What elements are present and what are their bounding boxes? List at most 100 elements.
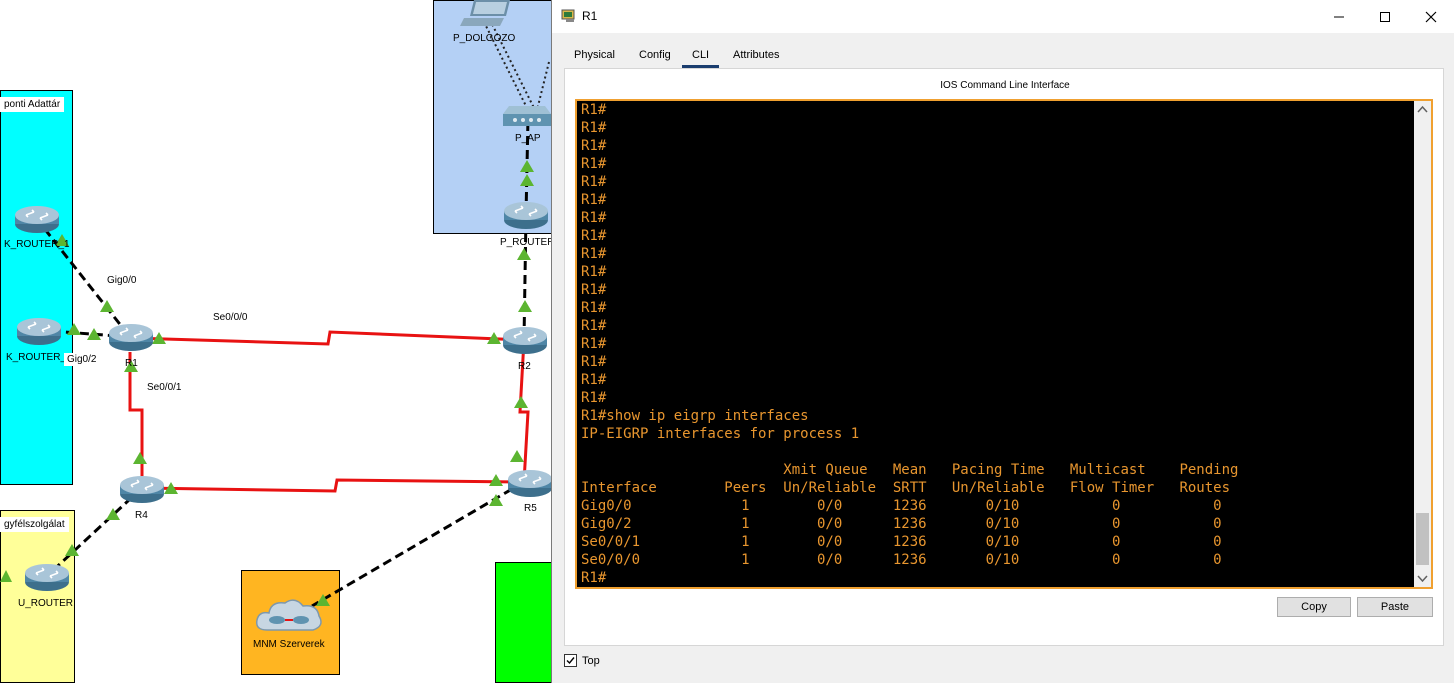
router-icon[interactable] [119, 474, 165, 504]
window-titlebar[interactable]: R1 [552, 0, 1454, 33]
tab-physical[interactable]: Physical [564, 44, 625, 67]
checkmark-icon [566, 657, 575, 665]
area-label-ugyfel: gyfélszolgálat [0, 517, 69, 532]
scroll-down-icon[interactable] [1417, 575, 1428, 583]
device-label-r5: R5 [524, 503, 537, 514]
tab-config[interactable]: Config [629, 44, 681, 67]
terminal-line: R1#show ip eigrp interfaces [581, 408, 809, 424]
topology-canvas[interactable]: ponti Adattár gyfélszolgálat MNM Szerver… [0, 0, 552, 683]
port-label-se001: Se0/0/1 [144, 381, 185, 394]
terminal-line: R1# [581, 264, 607, 280]
minimize-button[interactable] [1316, 0, 1362, 33]
link-up-triangle [489, 494, 503, 506]
scroll-thumb[interactable] [1416, 513, 1429, 565]
terminal-line: R1# [581, 282, 607, 298]
wireless-line-c [536, 61, 550, 111]
terminal-line: R1# [581, 300, 607, 316]
terminal-line: R1# [581, 246, 607, 262]
terminal-line: R1# [581, 354, 607, 370]
port-label-se000: Se0/0/0 [210, 311, 251, 324]
link-r1-r4 [128, 352, 144, 488]
link-r1-r2 [131, 330, 525, 346]
terminal-line: Se0/0/1 1 0/0 1236 0/10 0 0 [581, 534, 1222, 550]
router-icon[interactable] [507, 468, 552, 498]
link-up-triangle [510, 450, 524, 462]
terminal-line: R1# [581, 156, 607, 172]
terminal[interactable]: R1# R1# R1# R1# R1# R1# R1# R1# R1# R1# R1# R1# R1# R… [575, 99, 1433, 589]
router-icon[interactable] [14, 204, 60, 234]
cli-panel: IOS Command Line Interface R1# R1# R1# R1# R… [564, 68, 1444, 646]
terminal-line: R1# [581, 210, 607, 226]
link-up-triangle [489, 474, 503, 486]
terminal-output[interactable]: R1# R1# R1# R1# R1# R1# R1# R1# R1# R1# R1# R1# R1# R… [581, 101, 1411, 587]
terminal-line: Gig0/2 1 0/0 1236 0/10 0 0 [581, 516, 1222, 532]
maximize-icon [1380, 11, 1390, 22]
router-icon[interactable] [108, 322, 154, 352]
device-label-k-router-2: K_ROUTER_ [6, 352, 67, 363]
maximize-button[interactable] [1362, 0, 1408, 33]
device-label-p-router: P_ROUTER [500, 237, 552, 248]
tab-cli[interactable]: CLI [682, 44, 720, 68]
device-label-u-router: U_ROUTER [18, 598, 74, 609]
port-label-gig00: Gig0/0 [104, 274, 140, 287]
terminal-line: R1# [581, 318, 607, 334]
link-up-triangle [67, 323, 81, 335]
window-title: R1 [582, 9, 598, 23]
router-icon[interactable] [502, 325, 548, 355]
top-checkbox-label: Top [582, 655, 600, 667]
terminal-scrollbar[interactable] [1414, 101, 1431, 587]
close-button[interactable] [1408, 0, 1454, 33]
terminal-line: Xmit Queue Mean Pacing Time Multicast Pe… [581, 462, 1239, 478]
close-icon [1425, 11, 1437, 22]
router-icon[interactable] [24, 562, 70, 592]
terminal-line: R1# [581, 120, 607, 136]
terminal-line: IP-EIGRP interfaces for process 1 [581, 426, 860, 442]
terminal-line: R1# [581, 336, 607, 352]
link-up-triangle [517, 248, 531, 260]
tab-attributes[interactable]: Attributes [723, 44, 789, 67]
minimize-icon [1334, 16, 1344, 17]
device-label-p-dolgozo: P_DOLGOZO [453, 33, 516, 44]
topology-links [0, 19, 550, 608]
link-up-triangle [133, 452, 147, 464]
link-status-triangles [0, 160, 534, 606]
link-up-triangle [520, 160, 534, 172]
terminal-line: R1# [581, 192, 607, 208]
terminal-line: Interface Peers Un/Reliable SRTT Un/Reli… [581, 480, 1231, 496]
cli-heading: IOS Command Line Interface [940, 80, 1070, 91]
paste-button[interactable]: Paste [1357, 597, 1433, 617]
terminal-line: Gig0/0 1 0/0 1236 0/10 0 0 [581, 498, 1222, 514]
link-r4-r5 [141, 478, 525, 493]
device-label-r2: R2 [518, 361, 531, 372]
terminal-line: R1# [581, 228, 607, 244]
terminal-line: Se0/0/0 1 0/0 1236 0/10 0 0 [581, 552, 1222, 568]
device-label-r1: R1 [125, 358, 138, 369]
link-up-triangle [520, 174, 534, 186]
device-label-p-ap: P_AP [515, 133, 541, 144]
laptop-icon[interactable] [460, 0, 514, 28]
scroll-up-icon[interactable] [1417, 105, 1428, 113]
serial-links [128, 330, 530, 493]
terminal-line: R1# [581, 372, 607, 388]
device-window[interactable]: R1 Physical Config CLI Attributes IOS Co… [551, 0, 1454, 683]
area-label-mnm: MNM Szerverek [253, 639, 325, 650]
cloud-server-icon[interactable] [253, 596, 325, 636]
link-up-triangle [514, 396, 528, 408]
copy-button[interactable]: Copy [1277, 597, 1351, 617]
terminal-line: R1# [581, 138, 607, 154]
terminal-line: R1# [581, 102, 607, 118]
access-point-icon[interactable] [503, 106, 551, 130]
device-label-k-router-1: K_ROUTER_1 [4, 239, 70, 250]
router-app-icon [561, 9, 575, 22]
link-up-triangle [518, 300, 532, 312]
router-icon[interactable] [16, 316, 62, 346]
top-checkbox[interactable] [564, 654, 577, 667]
terminal-line: R1# [581, 390, 607, 406]
area-label-kozponti: ponti Adattár [0, 97, 65, 112]
link-r2-prouter [522, 214, 528, 341]
router-icon[interactable] [503, 200, 549, 230]
port-label-gig02: Gig0/2 [64, 353, 100, 366]
link-up-triangle [0, 570, 12, 582]
terminal-line: R1# [581, 570, 607, 586]
